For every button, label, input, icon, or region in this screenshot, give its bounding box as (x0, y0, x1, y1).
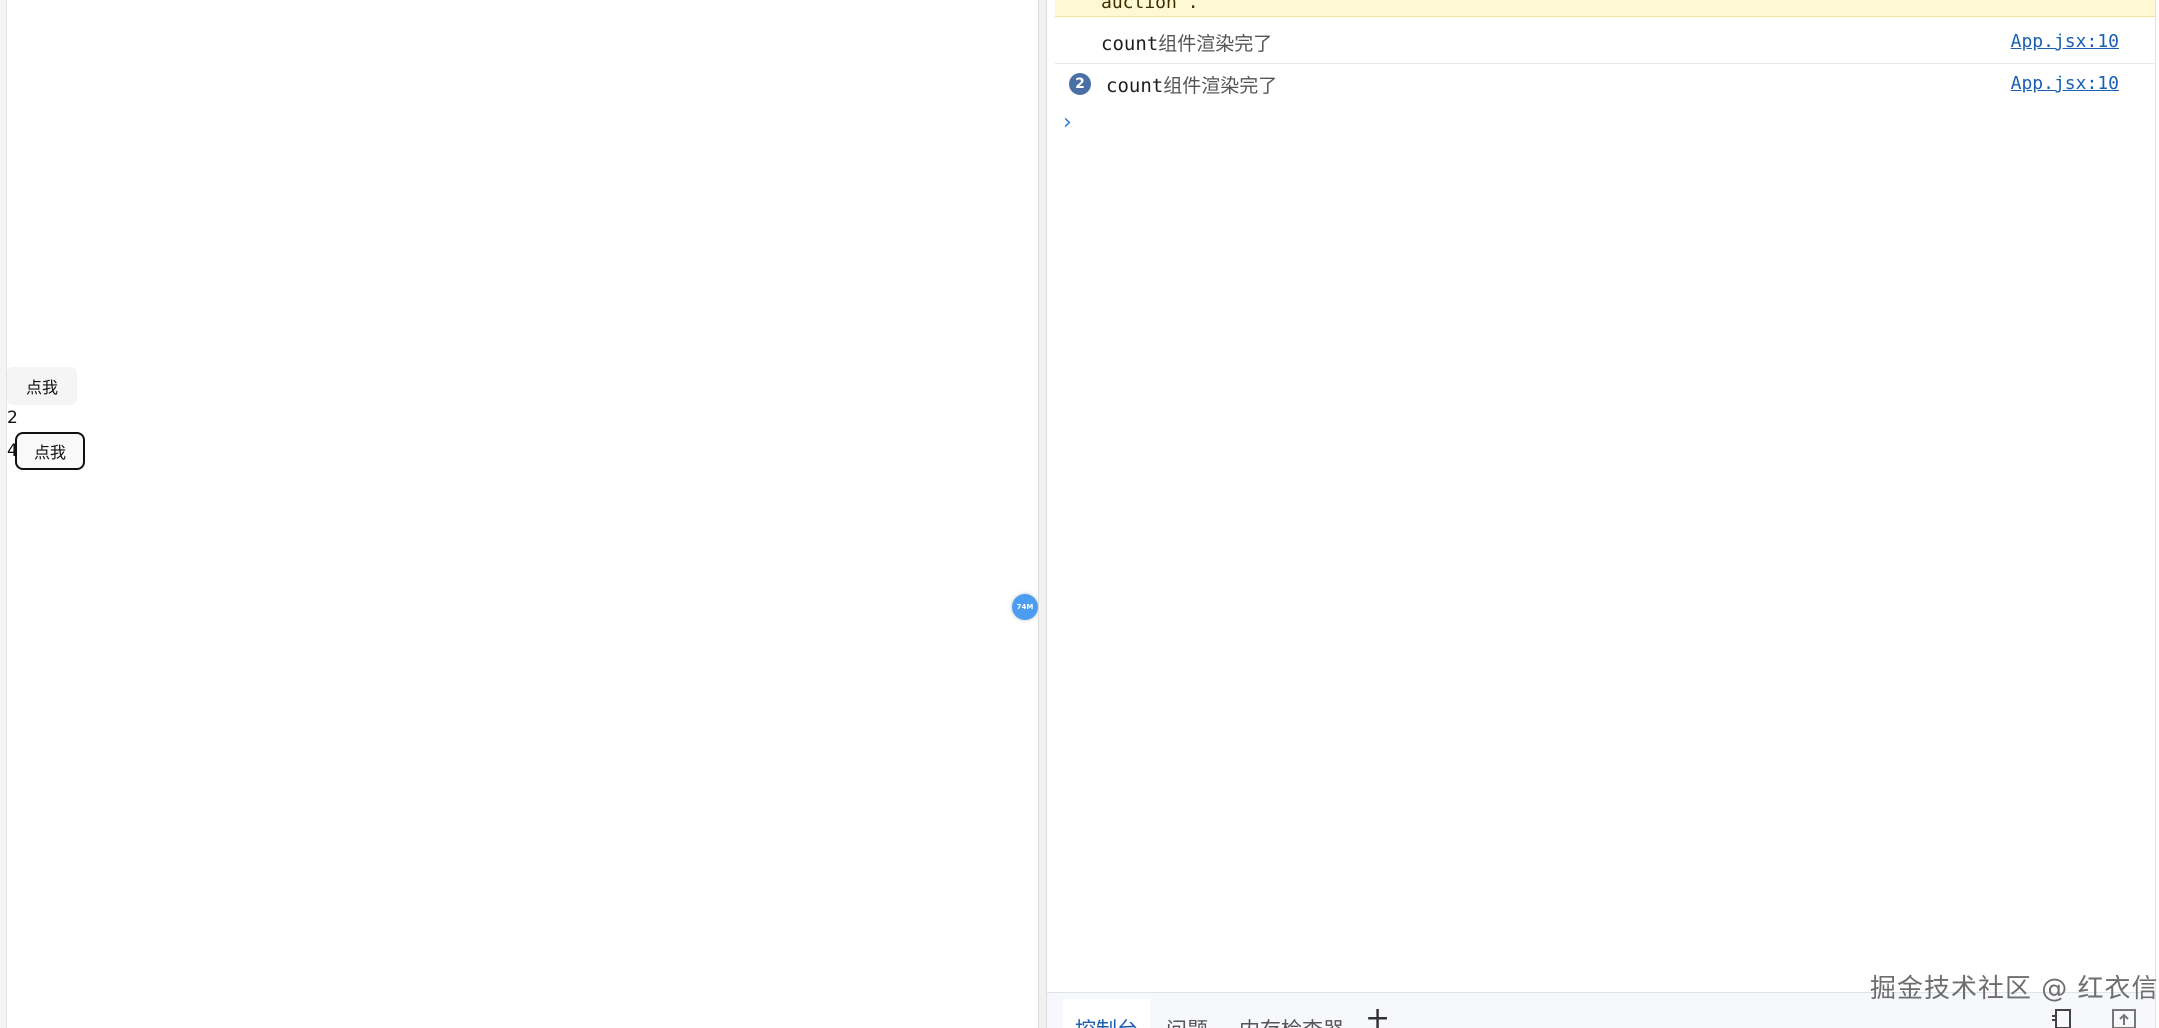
tab-console[interactable]: 控制台 (1063, 999, 1150, 1028)
console-input[interactable] (1087, 108, 2091, 138)
tab-memory-inspector[interactable]: 内存检查器 (1227, 999, 1356, 1028)
click-me-button-focused[interactable]: 点我 (15, 432, 85, 470)
pane-resize-handle[interactable] (1038, 0, 1047, 1028)
log-message-suffix: 组件渲染完了 (1158, 33, 1273, 55)
count-value-text: 2 (7, 408, 18, 428)
page-viewport: 点我 2 4 点我 74M (0, 0, 1038, 1028)
add-tab-plus-icon[interactable]: + (1365, 1001, 1390, 1028)
devtools-panel: auction`. count组件渲染完了 App.jsx:10 2 count… (1047, 0, 2156, 1028)
undock-panel-icon[interactable] (2111, 1007, 2137, 1028)
watermark-text: 掘金技术社区 @ 红衣信 (1870, 974, 2159, 1004)
memory-float-badge[interactable]: 74M (1012, 594, 1038, 620)
tab-issues[interactable]: 问题 (1154, 999, 1220, 1028)
log-message: count组件渲染完了 (1106, 71, 1277, 98)
console-prompt-chevron-icon: › (1063, 110, 1072, 135)
click-me-button[interactable]: 点我 (7, 367, 77, 405)
log-message-suffix: 组件渲染完了 (1163, 75, 1278, 97)
screen-root: 点我 2 4 点我 74M auction`. count组件渲染完了 App.… (0, 0, 2159, 1028)
console-log-row: count组件渲染完了 App.jsx:10 (1055, 22, 2155, 62)
log-message-prefix: count (1101, 33, 1159, 55)
repeat-count-badge: 2 (1069, 73, 1091, 95)
warning-message-text: auction`. (1101, 0, 1199, 13)
log-message-prefix: count (1106, 75, 1164, 97)
log-source-link[interactable]: App.jsx:10 (2011, 73, 2119, 94)
console-warning-row: auction`. (1055, 0, 2155, 17)
log-message: count组件渲染完了 (1101, 29, 1272, 56)
dock-device-icon[interactable] (2051, 1007, 2077, 1028)
viewport-edge (0, 0, 7, 1028)
console-log-row-grouped: 2 count组件渲染完了 App.jsx:10 (1055, 63, 2155, 104)
log-source-link[interactable]: App.jsx:10 (2011, 31, 2119, 52)
